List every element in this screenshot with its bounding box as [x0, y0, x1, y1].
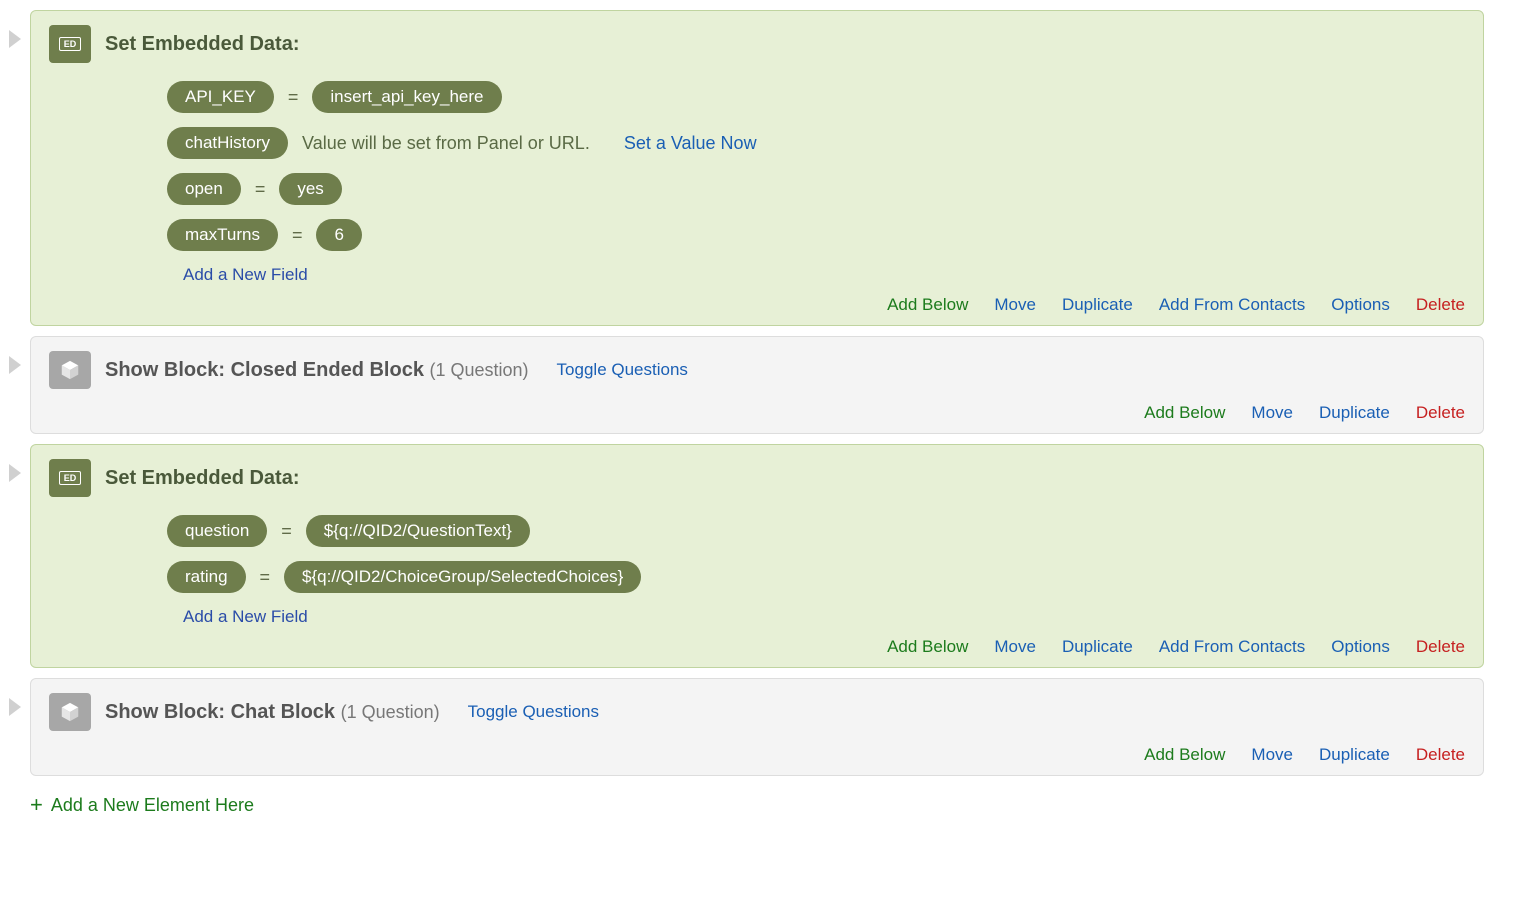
field-name-pill[interactable]: maxTurns [167, 219, 278, 251]
flow-arrow-icon [9, 356, 21, 374]
block-title-text: Show Block: Closed Ended Block [105, 359, 424, 381]
embedded-data-card[interactable]: ED Set Embedded Data: question = ${q://Q… [30, 444, 1484, 668]
card-actions: Add Below Move Duplicate Delete [49, 403, 1465, 423]
move-action[interactable]: Move [1251, 745, 1293, 765]
card-title: Set Embedded Data: [105, 33, 299, 56]
field-row: question = ${q://QID2/QuestionText} [167, 515, 1465, 547]
add-new-field-link[interactable]: Add a New Field [183, 265, 1465, 285]
toggle-questions-link[interactable]: Toggle Questions [468, 702, 599, 722]
move-action[interactable]: Move [1251, 403, 1293, 423]
block-title-text: Show Block: Chat Block [105, 701, 335, 723]
card-title: Set Embedded Data: [105, 467, 299, 490]
card-actions: Add Below Move Duplicate Delete [49, 745, 1465, 765]
equals-sign: = [288, 87, 299, 108]
field-name-pill[interactable]: question [167, 515, 267, 547]
equals-sign: = [292, 225, 303, 246]
delete-action[interactable]: Delete [1416, 745, 1465, 765]
card-actions: Add Below Move Duplicate Add From Contac… [49, 295, 1465, 315]
field-row: maxTurns = 6 [167, 219, 1465, 251]
field-value-pill[interactable]: ${q://QID2/QuestionText} [306, 515, 530, 547]
field-name-pill[interactable]: chatHistory [167, 127, 288, 159]
options-action[interactable]: Options [1331, 295, 1390, 315]
set-value-now-link[interactable]: Set a Value Now [624, 133, 757, 154]
field-value-pill[interactable]: ${q://QID2/ChoiceGroup/SelectedChoices} [284, 561, 641, 593]
plus-icon: + [30, 794, 43, 816]
add-new-field-link[interactable]: Add a New Field [183, 607, 1465, 627]
toggle-questions-link[interactable]: Toggle Questions [557, 360, 688, 380]
embedded-data-icon: ED [49, 25, 91, 63]
add-below-action[interactable]: Add Below [1144, 745, 1225, 765]
block-icon [49, 351, 91, 389]
show-block-card[interactable]: Show Block: Closed Ended Block (1 Questi… [30, 336, 1484, 434]
equals-sign: = [281, 521, 292, 542]
field-row: rating = ${q://QID2/ChoiceGroup/Selected… [167, 561, 1465, 593]
move-action[interactable]: Move [994, 295, 1036, 315]
move-action[interactable]: Move [994, 637, 1036, 657]
question-count: (1 Question) [341, 702, 440, 722]
add-below-action[interactable]: Add Below [887, 295, 968, 315]
field-row: open = yes [167, 173, 1465, 205]
field-placeholder: Value will be set from Panel or URL. [302, 133, 590, 154]
duplicate-action[interactable]: Duplicate [1062, 637, 1133, 657]
field-row: chatHistory Value will be set from Panel… [167, 127, 1465, 159]
add-below-action[interactable]: Add Below [887, 637, 968, 657]
delete-action[interactable]: Delete [1416, 403, 1465, 423]
equals-sign: = [255, 179, 266, 200]
ed-badge: ED [59, 37, 82, 51]
ed-badge: ED [59, 471, 82, 485]
flow-arrow-icon [9, 698, 21, 716]
card-title: Show Block: Closed Ended Block (1 Questi… [105, 359, 529, 382]
delete-action[interactable]: Delete [1416, 637, 1465, 657]
field-name-pill[interactable]: API_KEY [167, 81, 274, 113]
add-element-label: Add a New Element Here [51, 795, 254, 816]
field-row: API_KEY = insert_api_key_here [167, 81, 1465, 113]
card-title: Show Block: Chat Block (1 Question) [105, 701, 440, 724]
field-value-pill[interactable]: yes [279, 173, 341, 205]
add-from-contacts-action[interactable]: Add From Contacts [1159, 637, 1305, 657]
embedded-data-icon: ED [49, 459, 91, 497]
block-icon [49, 693, 91, 731]
duplicate-action[interactable]: Duplicate [1319, 745, 1390, 765]
add-new-element-link[interactable]: + Add a New Element Here [30, 794, 1484, 816]
duplicate-action[interactable]: Duplicate [1319, 403, 1390, 423]
equals-sign: = [260, 567, 271, 588]
embedded-data-card[interactable]: ED Set Embedded Data: API_KEY = insert_a… [30, 10, 1484, 326]
field-value-pill[interactable]: 6 [316, 219, 361, 251]
delete-action[interactable]: Delete [1416, 295, 1465, 315]
field-name-pill[interactable]: open [167, 173, 241, 205]
add-from-contacts-action[interactable]: Add From Contacts [1159, 295, 1305, 315]
flow-arrow-icon [9, 30, 21, 48]
field-value-pill[interactable]: insert_api_key_here [312, 81, 501, 113]
add-below-action[interactable]: Add Below [1144, 403, 1225, 423]
field-name-pill[interactable]: rating [167, 561, 246, 593]
flow-arrow-icon [9, 464, 21, 482]
options-action[interactable]: Options [1331, 637, 1390, 657]
card-actions: Add Below Move Duplicate Add From Contac… [49, 637, 1465, 657]
duplicate-action[interactable]: Duplicate [1062, 295, 1133, 315]
show-block-card[interactable]: Show Block: Chat Block (1 Question) Togg… [30, 678, 1484, 776]
question-count: (1 Question) [430, 360, 529, 380]
